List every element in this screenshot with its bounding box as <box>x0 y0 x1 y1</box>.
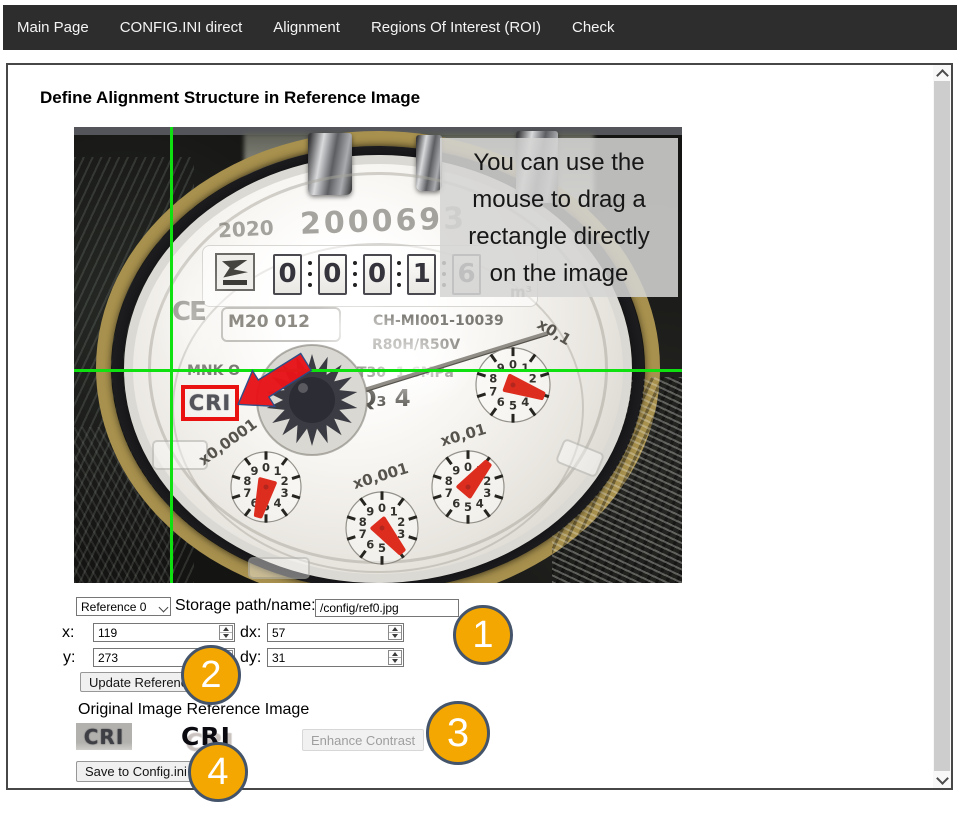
nav-item-alignment[interactable]: Alignment <box>273 19 340 36</box>
x-input[interactable] <box>93 623 235 642</box>
glare <box>314 295 504 430</box>
chevron-down-icon <box>936 772 949 785</box>
content-frame: Define Alignment Structure in Reference … <box>6 63 953 790</box>
scrollbar-up-button[interactable] <box>933 65 951 81</box>
callout-1: 1 <box>453 605 513 665</box>
reference-select-group: Reference 0 <box>76 597 171 616</box>
callout-number: 3 <box>447 711 469 756</box>
dx-input[interactable] <box>267 623 404 642</box>
crosshair-horizontal-line <box>74 369 682 372</box>
dx-spinner[interactable] <box>388 625 402 640</box>
hint-line: rectangle directly <box>468 218 649 255</box>
roi-text: CRI <box>189 391 231 415</box>
reference-image[interactable]: 2020 2000693 00016 m³ CE M20 012 CH-MI00… <box>74 127 682 583</box>
callout-number: 2 <box>200 654 221 697</box>
chevron-up-icon <box>936 69 949 82</box>
alignment-roi-box[interactable]: CRI <box>181 385 239 421</box>
spin-down-icon[interactable] <box>389 657 401 664</box>
top-nav: Main Page CONFIG.INI direct Alignment Regio… <box>3 5 957 50</box>
hint-line: mouse to drag a <box>472 181 645 218</box>
counter-digit: 0 <box>273 254 302 295</box>
images-label: Original Image Reference Image <box>78 701 309 719</box>
scrollbar-down-button[interactable] <box>933 772 951 788</box>
page-title: Define Alignment Structure in Reference … <box>40 88 420 108</box>
x-label: x: <box>62 624 74 642</box>
meter-year-text: 2020 <box>217 216 274 243</box>
dy-input[interactable] <box>267 648 404 667</box>
counter-digit: 1 <box>407 254 436 295</box>
hint-line: on the image <box>490 255 629 292</box>
x-spinner[interactable] <box>219 625 233 640</box>
hint-line: You can use the <box>473 144 644 181</box>
drag-hint-overlay: You can use themouse to drag arectangle … <box>440 138 678 297</box>
original-crop-image: CRI <box>76 723 132 750</box>
nav-item-regions-of-interest-roi[interactable]: Regions Of Interest (ROI) <box>371 19 541 36</box>
callout-4: 4 <box>188 742 248 802</box>
scrollbar-thumb[interactable] <box>934 81 950 771</box>
digit-separator <box>353 272 357 276</box>
reference-select[interactable]: Reference 0 <box>76 597 171 616</box>
dy-input-group <box>267 648 404 667</box>
face-tab <box>248 557 310 579</box>
save-to-config-button[interactable]: Save to Config.ini <box>76 761 196 782</box>
dx-label: dx: <box>240 624 261 642</box>
crosshair-vertical-line <box>170 127 173 583</box>
x-input-group <box>93 623 235 642</box>
callout-number: 1 <box>472 614 493 657</box>
nav-item-main-page[interactable]: Main Page <box>17 19 89 36</box>
dx-input-group <box>267 623 404 642</box>
y-label: y: <box>63 649 75 667</box>
glare <box>138 222 248 412</box>
callout-3: 3 <box>426 701 490 765</box>
callout-number: 4 <box>207 751 228 794</box>
dy-spinner[interactable] <box>388 650 402 665</box>
nav-item-check[interactable]: Check <box>572 19 615 36</box>
page: Main Page CONFIG.INI direct Alignment Regio… <box>0 0 960 816</box>
storage-path-input[interactable] <box>315 599 459 617</box>
scrollbar[interactable] <box>933 65 951 788</box>
nav-item-config-ini-direct[interactable]: CONFIG.INI direct <box>120 19 243 36</box>
storage-path-label: Storage path/name: <box>175 597 316 615</box>
enhance-contrast-button[interactable]: Enhance Contrast <box>302 729 424 751</box>
spin-down-icon[interactable] <box>389 632 401 639</box>
digit-separator <box>397 272 401 276</box>
dy-label: dy: <box>240 649 261 667</box>
digit-separator <box>308 272 312 276</box>
callout-2: 2 <box>181 645 241 705</box>
spin-down-icon[interactable] <box>220 632 232 639</box>
